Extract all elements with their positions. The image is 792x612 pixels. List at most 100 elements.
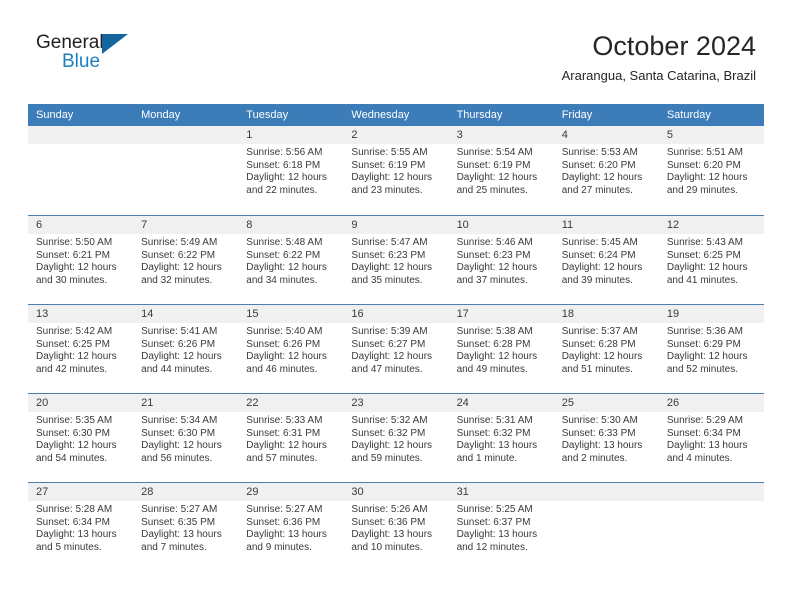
day-details: Sunrise: 5:48 AM Sunset: 6:22 PM Daylight:… [238,234,343,287]
daylight-text: and 27 minutes. [561,184,633,196]
day-details: Sunrise: 5:42 AM Sunset: 6:25 PM Daylight:… [28,323,133,376]
calendar-week-row: 27 Sunrise: 5:28 AM Sunset: 6:34 PM Dayligh… [28,482,764,571]
day-number: 29 [238,483,344,501]
calendar-day-cell[interactable]: 21 Sunrise: 5:34 AM Sunset: 6:30 PM Dayligh… [133,394,239,482]
calendar-day-cell[interactable]: 20 Sunrise: 5:35 AM Sunset: 6:30 PM Dayligh… [28,394,134,482]
calendar-day-cell[interactable]: 18 Sunrise: 5:37 AM Sunset: 6:28 PM Dayligh… [553,305,659,393]
daylight-text: and 37 minutes. [456,274,528,286]
day-details: Sunrise: 5:34 AM Sunset: 6:30 PM Daylight:… [133,412,238,465]
calendar-day-cell[interactable]: 22 Sunrise: 5:33 AM Sunset: 6:31 PM Dayligh… [238,394,344,482]
daylight-text: and 30 minutes. [36,274,108,286]
day-number: 24 [448,394,554,412]
calendar-day-cell[interactable]: 24 Sunrise: 5:31 AM Sunset: 6:32 PM Dayligh… [448,394,554,482]
daylight-text: Daylight: 13 hours [36,529,117,541]
day-details: Sunrise: 5:45 AM Sunset: 6:24 PM Daylight:… [554,234,659,287]
sunset-text: Sunset: 6:19 PM [351,159,426,171]
calendar-day-cell[interactable]: 4 Sunrise: 5:53 AM Sunset: 6:20 PM Daylight… [553,126,659,215]
day-details: Sunrise: 5:30 AM Sunset: 6:33 PM Daylight:… [554,412,659,465]
calendar-day-cell[interactable]: 8 Sunrise: 5:48 AM Sunset: 6:22 PM Daylight… [238,216,344,304]
daylight-text: and 52 minutes. [666,363,739,375]
daylight-text: and 42 minutes. [36,363,108,375]
daylight-text: and 39 minutes. [561,274,633,286]
calendar-day-cell[interactable]: 28 Sunrise: 5:27 AM Sunset: 6:35 PM Dayligh… [133,483,239,571]
daylight-text: Daylight: 12 hours [141,351,222,363]
day-number: 28 [133,483,239,501]
day-details: Sunrise: 5:28 AM Sunset: 6:34 PM Daylight:… [28,501,133,554]
day-details: Sunrise: 5:51 AM Sunset: 6:20 PM Daylight:… [659,144,764,197]
sunset-text: Sunset: 6:22 PM [141,249,216,261]
general-blue-logo[interactable]: General Blue [36,33,176,81]
sunset-text: Sunset: 6:31 PM [246,427,321,439]
day-details: Sunrise: 5:35 AM Sunset: 6:30 PM Daylight:… [28,412,133,465]
calendar-day-cell[interactable]: 11 Sunrise: 5:45 AM Sunset: 6:24 PM Dayligh… [553,216,659,304]
calendar-day-cell[interactable]: 29 Sunrise: 5:27 AM Sunset: 6:36 PM Dayligh… [238,483,344,571]
daylight-text: and 54 minutes. [36,452,108,464]
daylight-text: and 34 minutes. [246,274,318,286]
calendar-day-cell[interactable]: 31 Sunrise: 5:25 AM Sunset: 6:37 PM Dayligh… [448,483,554,571]
sunset-text: Sunset: 6:23 PM [456,249,531,261]
sunset-text: Sunset: 6:32 PM [456,427,531,439]
calendar-day-cell[interactable]: 3 Sunrise: 5:54 AM Sunset: 6:19 PM Daylight… [448,126,554,215]
calendar-day-cell[interactable]: 7 Sunrise: 5:49 AM Sunset: 6:22 PM Daylight… [133,216,239,304]
day-details: Sunrise: 5:37 AM Sunset: 6:28 PM Daylight:… [554,323,659,376]
daylight-text: and 23 minutes. [351,184,423,196]
weekday-header-saturday: Saturday [666,109,711,121]
sunset-text: Sunset: 6:26 PM [141,338,216,350]
day-number [133,126,239,144]
day-number: 10 [448,216,554,234]
calendar-day-cell[interactable]: 1 Sunrise: 5:56 AM Sunset: 6:18 PM Daylight… [238,126,344,215]
calendar-day-cell[interactable]: 26 Sunrise: 5:29 AM Sunset: 6:34 PM Dayligh… [658,394,764,482]
daylight-text: and 7 minutes. [141,541,207,553]
calendar-day-cell[interactable]: 17 Sunrise: 5:38 AM Sunset: 6:28 PM Dayligh… [448,305,554,393]
calendar-day-cell[interactable]: 27 Sunrise: 5:28 AM Sunset: 6:34 PM Dayligh… [28,483,134,571]
sunset-text: Sunset: 6:36 PM [246,516,321,528]
sunset-text: Sunset: 6:33 PM [561,427,636,439]
daylight-text: and 32 minutes. [141,274,213,286]
sunrise-text: Sunrise: 5:35 AM [36,415,113,426]
daylight-text: Daylight: 12 hours [351,440,433,452]
calendar-day-cell[interactable]: 30 Sunrise: 5:26 AM Sunset: 6:36 PM Dayligh… [343,483,449,571]
calendar-day-cell[interactable]: 6 Sunrise: 5:50 AM Sunset: 6:21 PM Daylight… [28,216,134,304]
sunset-text: Sunset: 6:23 PM [351,249,426,261]
day-number: 23 [343,394,449,412]
sunrise-text: Sunrise: 5:50 AM [36,237,113,248]
calendar-day-cell[interactable]: 13 Sunrise: 5:42 AM Sunset: 6:25 PM Dayligh… [28,305,134,393]
sunrise-text: Sunrise: 5:45 AM [561,237,638,248]
calendar-day-cell[interactable]: 25 Sunrise: 5:30 AM Sunset: 6:33 PM Dayligh… [553,394,659,482]
calendar-day-cell[interactable]: 2 Sunrise: 5:55 AM Sunset: 6:19 PM Daylight… [343,126,449,215]
sunrise-text: Sunrise: 5:37 AM [561,326,638,337]
weekday-header-wednesday: Wednesday [351,109,410,121]
calendar-day-cell[interactable]: 12 Sunrise: 5:43 AM Sunset: 6:25 PM Dayligh… [658,216,764,304]
daylight-text: Daylight: 12 hours [351,351,433,363]
calendar-day-cell[interactable]: 5 Sunrise: 5:51 AM Sunset: 6:20 PM Daylight… [658,126,764,215]
calendar-day-cell[interactable]: 9 Sunrise: 5:47 AM Sunset: 6:23 PM Daylight… [343,216,449,304]
daylight-text: and 57 minutes. [246,452,318,464]
daylight-text: and 5 minutes. [36,541,102,553]
sunset-text: Sunset: 6:20 PM [666,159,741,171]
daylight-text: Daylight: 12 hours [141,440,222,452]
calendar-day-cell[interactable]: 16 Sunrise: 5:39 AM Sunset: 6:27 PM Dayligh… [343,305,449,393]
calendar-day-cell[interactable]: 10 Sunrise: 5:46 AM Sunset: 6:23 PM Dayligh… [448,216,554,304]
daylight-text: Daylight: 12 hours [561,172,643,184]
calendar-weeks: 1 Sunrise: 5:56 AM Sunset: 6:18 PM Daylight… [28,126,764,571]
sunset-text: Sunset: 6:28 PM [561,338,636,350]
sunrise-text: Sunrise: 5:51 AM [666,147,743,158]
daylight-text: and 9 minutes. [246,541,312,553]
sunrise-text: Sunrise: 5:33 AM [246,415,323,426]
day-details: Sunrise: 5:49 AM Sunset: 6:22 PM Daylight:… [133,234,238,287]
triangle-icon [102,34,128,54]
sunset-text: Sunset: 6:29 PM [666,338,741,350]
sunrise-text: Sunrise: 5:34 AM [141,415,218,426]
weekday-header-row: Sunday Monday Tuesday Wednesday Thursday Frid… [28,104,764,126]
calendar-day-cell[interactable]: 23 Sunrise: 5:32 AM Sunset: 6:32 PM Dayligh… [343,394,449,482]
day-number: 7 [133,216,239,234]
daylight-text: Daylight: 12 hours [246,262,327,274]
weekday-header-sunday: Sunday [36,109,74,121]
daylight-text: Daylight: 13 hours [246,529,327,541]
calendar-day-cell[interactable]: 14 Sunrise: 5:41 AM Sunset: 6:26 PM Dayligh… [133,305,239,393]
weekday-header-monday: Monday [141,109,181,121]
weekday-header-friday: Friday [561,109,593,121]
day-number: 4 [553,126,659,144]
calendar-day-cell[interactable]: 15 Sunrise: 5:40 AM Sunset: 6:26 PM Dayligh… [238,305,344,393]
calendar-day-cell[interactable]: 19 Sunrise: 5:36 AM Sunset: 6:29 PM Dayligh… [658,305,764,393]
